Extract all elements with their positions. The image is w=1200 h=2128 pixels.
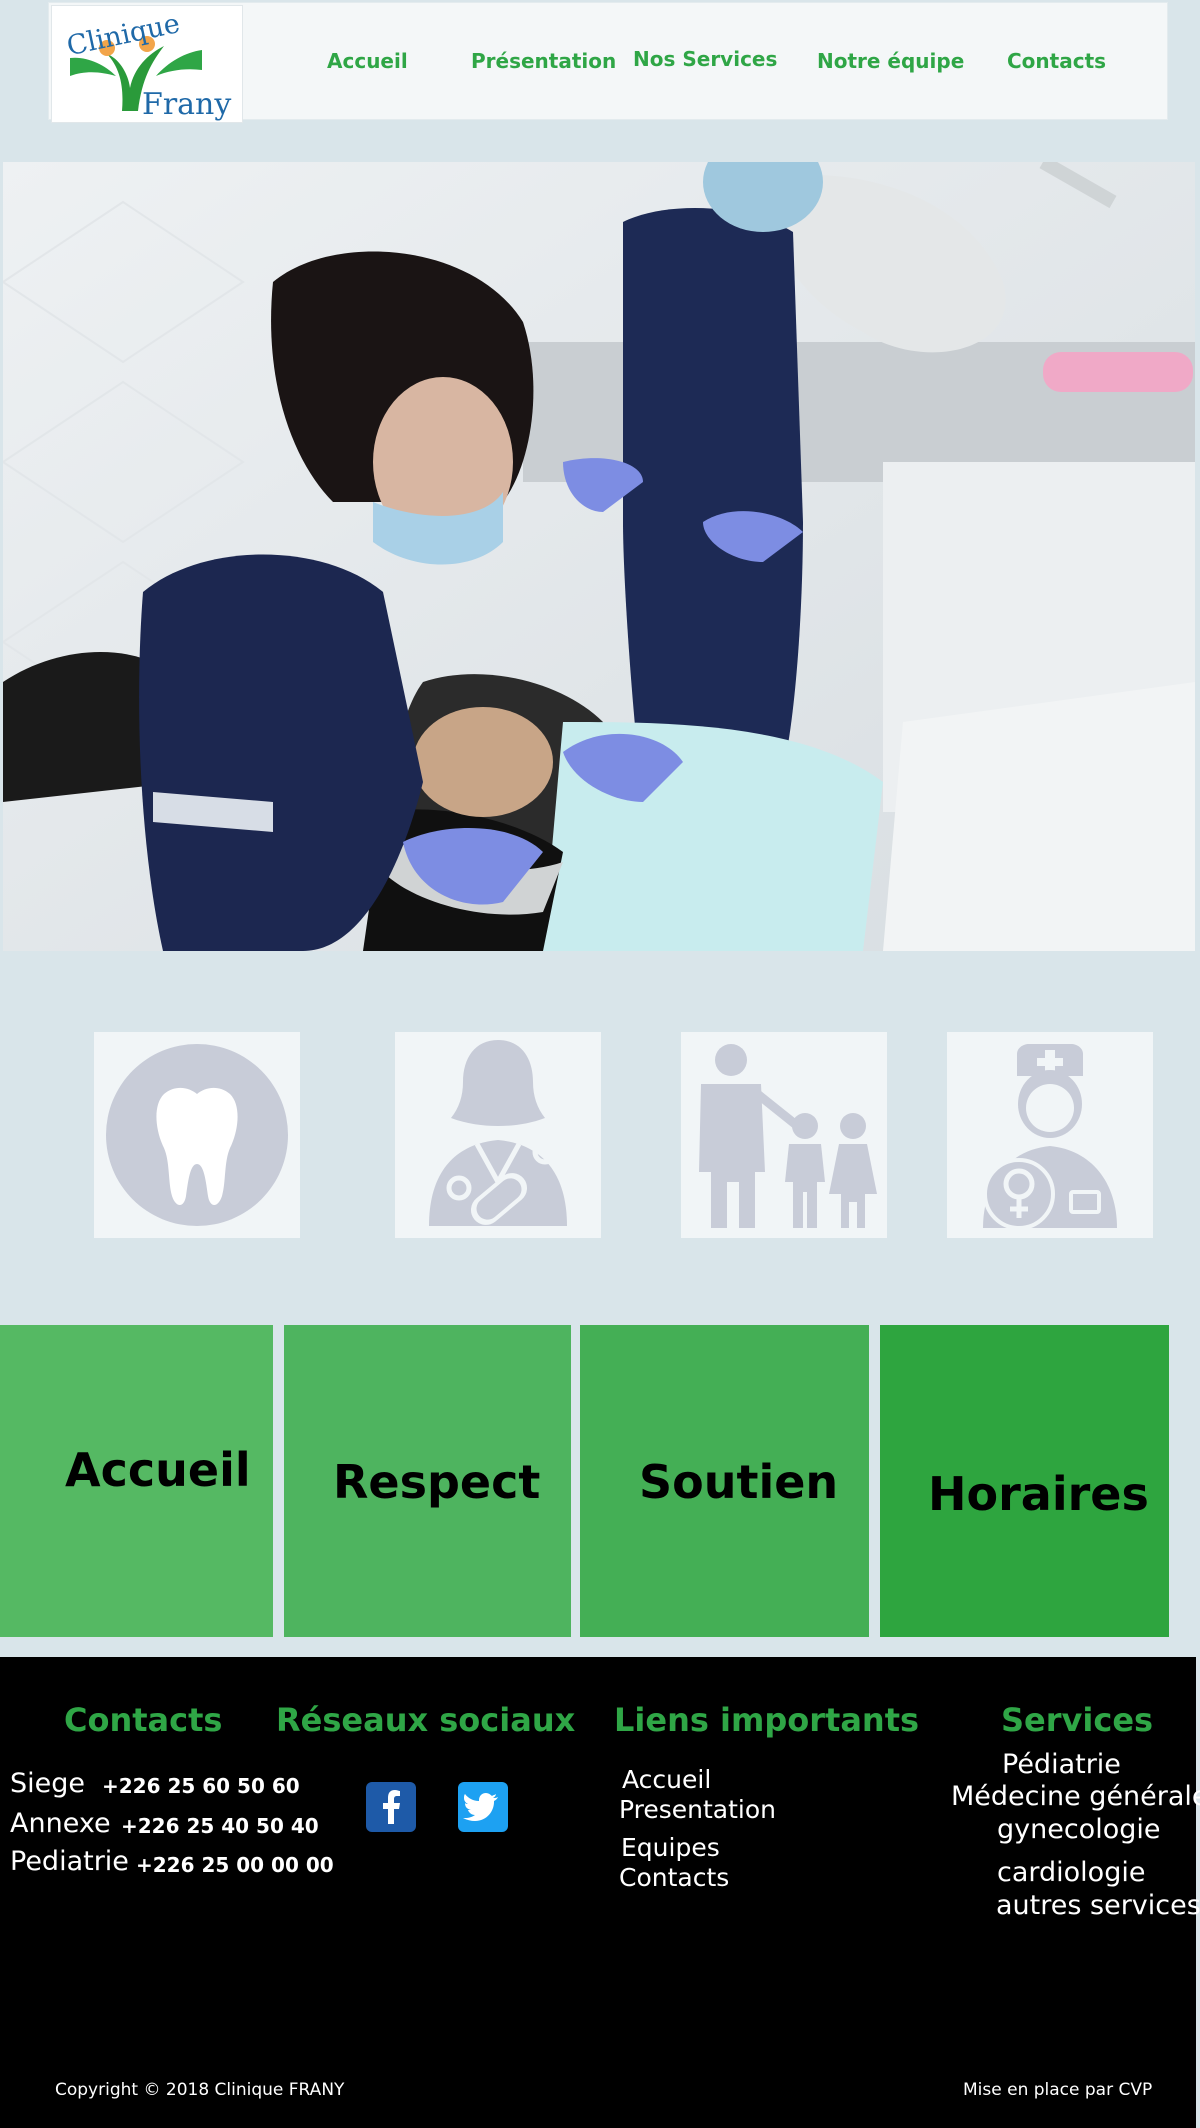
contact-phone: +226 25 60 50 60 [102, 1774, 300, 1798]
facebook-link[interactable] [366, 1782, 416, 1832]
contact-site-name: Annexe [10, 1808, 111, 1839]
value-block-soutien: Soutien [580, 1325, 869, 1637]
nav-accueil[interactable]: Accueil [327, 49, 408, 73]
credit-text: Mise en place par CVP [963, 2080, 1153, 2100]
contact-phone: +226 25 00 00 00 [136, 1853, 334, 1877]
logo-graphic: Clinique Frany [64, 8, 231, 122]
hero-image [3, 162, 1195, 951]
logo-text-clinique: Clinique [64, 8, 183, 62]
dentist-scene-illustration [3, 162, 1195, 951]
contact-site-name: Siege [10, 1768, 86, 1799]
value-block-accueil: Accueil [0, 1325, 273, 1637]
service-tile-gynecology[interactable] [947, 1032, 1153, 1238]
service-tile-pediatrics[interactable] [681, 1032, 887, 1238]
female-doctor-icon [429, 1040, 567, 1226]
service-tile-dentistry[interactable] [94, 1032, 300, 1238]
contact-site-name: Pediatrie [10, 1846, 129, 1877]
footer-link-accueil[interactable]: Accueil [622, 1765, 711, 1794]
service-tile-general-medicine[interactable] [395, 1032, 601, 1238]
logo-text-frany: Frany [142, 87, 231, 122]
footer-link-contacts[interactable]: Contacts [619, 1863, 729, 1892]
footer-link-equipes[interactable]: Equipes [621, 1833, 720, 1862]
twitter-icon [458, 1782, 508, 1832]
value-label-accueil: Accueil [65, 1443, 251, 1497]
twitter-link[interactable] [458, 1782, 508, 1832]
footer-service-item: Médecine générale [951, 1781, 1200, 1812]
pediatrics-family-icon [699, 1044, 877, 1228]
footer-service-item: Pédiatrie [1002, 1749, 1121, 1780]
footer-link-presentation[interactable]: Presentation [619, 1795, 776, 1824]
facebook-icon [366, 1782, 416, 1832]
value-block-respect: Respect [284, 1325, 571, 1637]
value-label-horaires: Horaires [928, 1467, 1149, 1521]
contact-phone: +226 25 40 50 40 [121, 1814, 319, 1838]
footer-services-heading: Services [1001, 1701, 1154, 1739]
footer-service-item: cardiologie [997, 1857, 1146, 1888]
value-block-horaires: Horaires [880, 1325, 1169, 1637]
footer-social-heading: Réseaux sociaux [276, 1701, 576, 1739]
value-label-soutien: Soutien [639, 1455, 839, 1509]
footer-contacts-heading: Contacts [64, 1701, 223, 1739]
nav-contacts[interactable]: Contacts [1007, 49, 1106, 73]
copyright-text: Copyright © 2018 Clinique FRANY [55, 2080, 345, 2100]
nav-nos-services[interactable]: Nos Services [633, 47, 777, 71]
gynecologist-icon [983, 1044, 1117, 1230]
nav-notre-equipe[interactable]: Notre équipe [817, 49, 964, 73]
tooth-icon [106, 1044, 288, 1226]
site-header: Clinique Frany Accueil Présentation Nos … [48, 2, 1168, 123]
clinic-logo[interactable]: Clinique Frany [51, 5, 243, 123]
footer-links-heading: Liens importants [614, 1701, 920, 1739]
site-footer: Contacts Siege +226 25 60 50 60 Annexe +… [0, 1657, 1200, 2128]
value-label-respect: Respect [333, 1455, 541, 1509]
footer-service-item: autres services [996, 1890, 1200, 1921]
nav-presentation[interactable]: Présentation [471, 49, 616, 73]
footer-service-item: gynecologie [997, 1814, 1161, 1845]
